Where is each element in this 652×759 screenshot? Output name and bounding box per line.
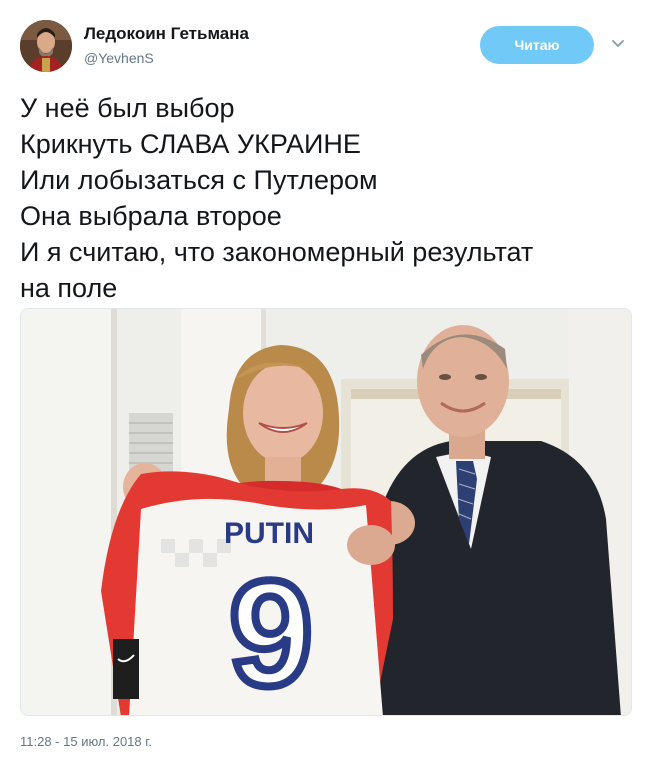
author-display-name[interactable]: Ледокоин Гетьмана: [84, 24, 249, 44]
jersey-number: 9: [229, 549, 312, 716]
jersey-tag: [113, 639, 139, 699]
tweet-menu-button[interactable]: [610, 36, 626, 52]
jersey: PUTIN 9: [101, 471, 393, 716]
tweet-timestamp[interactable]: 11:28 - 15 июл. 2018 г.: [20, 734, 152, 749]
author-handle[interactable]: @YevhenS: [84, 50, 154, 66]
tweet-line: на поле: [20, 273, 118, 303]
tweet-photo[interactable]: PUTIN 9: [20, 308, 632, 716]
tweet-line: Или лобызаться с Путлером: [20, 165, 378, 195]
tweet-line: У неё был выбор: [20, 93, 235, 123]
tweet-line: Крикнуть СЛАВА УКРАИНЕ: [20, 129, 361, 159]
chevron-down-icon: [612, 40, 624, 47]
portrait-avatar-icon: [20, 20, 72, 72]
tweet-line: Она выбрала второе: [20, 201, 282, 231]
tweet-line: И я считаю, что закономерный результат: [20, 237, 534, 267]
jersey-name: PUTIN: [224, 517, 314, 550]
tweet-text: У неё был выбор Крикнуть СЛАВА УКРАИНЕ И…: [20, 90, 632, 306]
photo-illustration: PUTIN 9: [21, 309, 631, 716]
author-avatar[interactable]: [20, 20, 72, 72]
following-button[interactable]: Читаю: [480, 26, 594, 64]
